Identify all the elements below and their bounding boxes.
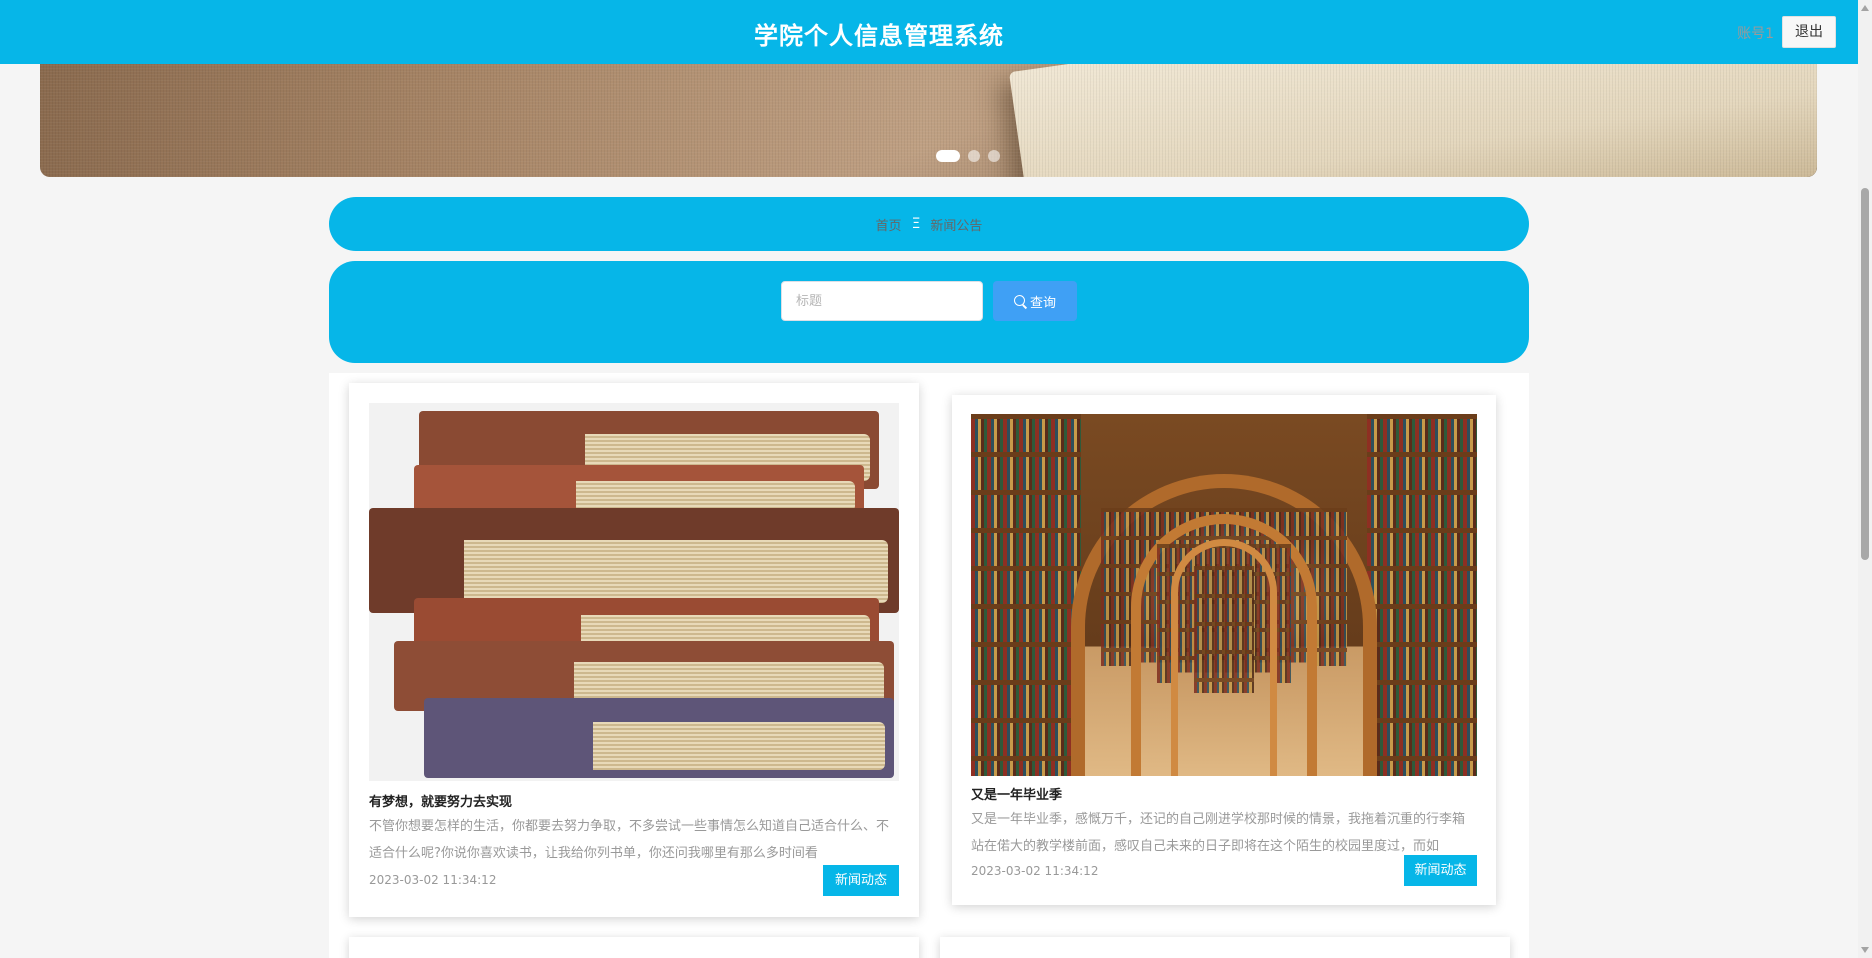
search-button-label: 查询 xyxy=(1029,295,1056,311)
carousel-dot-1[interactable] xyxy=(936,150,960,162)
breadcrumb-current: 新闻公告 xyxy=(930,218,983,234)
news-date: 2023-03-02 11:34:12 xyxy=(369,873,497,887)
news-summary: 不管你想要怎样的生活，你都要去努力争取，不多尝试一些事情怎么知道自己适合什么、不… xyxy=(369,819,890,861)
top-header: 学院个人信息管理系统 账号1 退出 xyxy=(0,0,1858,64)
news-card[interactable]: 又是一年毕业季 又是一年毕业季，感慨万千，还记的自己刚进学校那时候的情景，我拖着… xyxy=(952,395,1496,905)
news-card[interactable]: 有梦想，就要努力去实现 不管你想要怎样的生活，你都要去努力争取，不多尝试一些事情… xyxy=(349,383,919,917)
account-name[interactable]: 账号1 xyxy=(1737,23,1774,43)
logout-button[interactable]: 退出 xyxy=(1782,16,1836,48)
scroll-up-arrow-icon[interactable] xyxy=(1861,5,1869,11)
page-scrollbar[interactable] xyxy=(1858,0,1872,958)
news-card-next[interactable] xyxy=(940,937,1510,958)
news-date: 2023-03-02 11:34:12 xyxy=(971,864,1099,878)
search-panel: 查询 xyxy=(329,261,1529,363)
news-summary: 又是一年毕业季，感慨万千，还记的自己刚进学校那时候的情景，我拖着沉重的行李箱站在… xyxy=(971,812,1466,854)
news-card-next[interactable] xyxy=(349,937,919,958)
breadcrumb-separator: Ξ xyxy=(911,216,921,232)
news-category-tag[interactable]: 新闻动态 xyxy=(1404,855,1477,886)
carousel-dot-2[interactable] xyxy=(968,150,980,162)
news-title[interactable]: 有梦想，就要努力去实现 xyxy=(369,791,512,810)
carousel-indicators xyxy=(936,150,1000,162)
news-image-books xyxy=(369,403,899,781)
title-search-input[interactable] xyxy=(781,281,983,321)
search-button[interactable]: 查询 xyxy=(993,281,1077,321)
scrollbar-thumb[interactable] xyxy=(1861,188,1869,560)
news-title[interactable]: 又是一年毕业季 xyxy=(971,784,1062,803)
news-image-library xyxy=(971,414,1477,776)
breadcrumb: 首页 Ξ 新闻公告 xyxy=(329,197,1529,251)
search-icon xyxy=(1013,294,1027,308)
breadcrumb-home[interactable]: 首页 xyxy=(876,215,902,234)
carousel-dot-3[interactable] xyxy=(988,150,1000,162)
news-category-tag[interactable]: 新闻动态 xyxy=(823,865,899,896)
app-title: 学院个人信息管理系统 xyxy=(754,22,1004,50)
scroll-down-arrow-icon[interactable] xyxy=(1861,947,1869,953)
